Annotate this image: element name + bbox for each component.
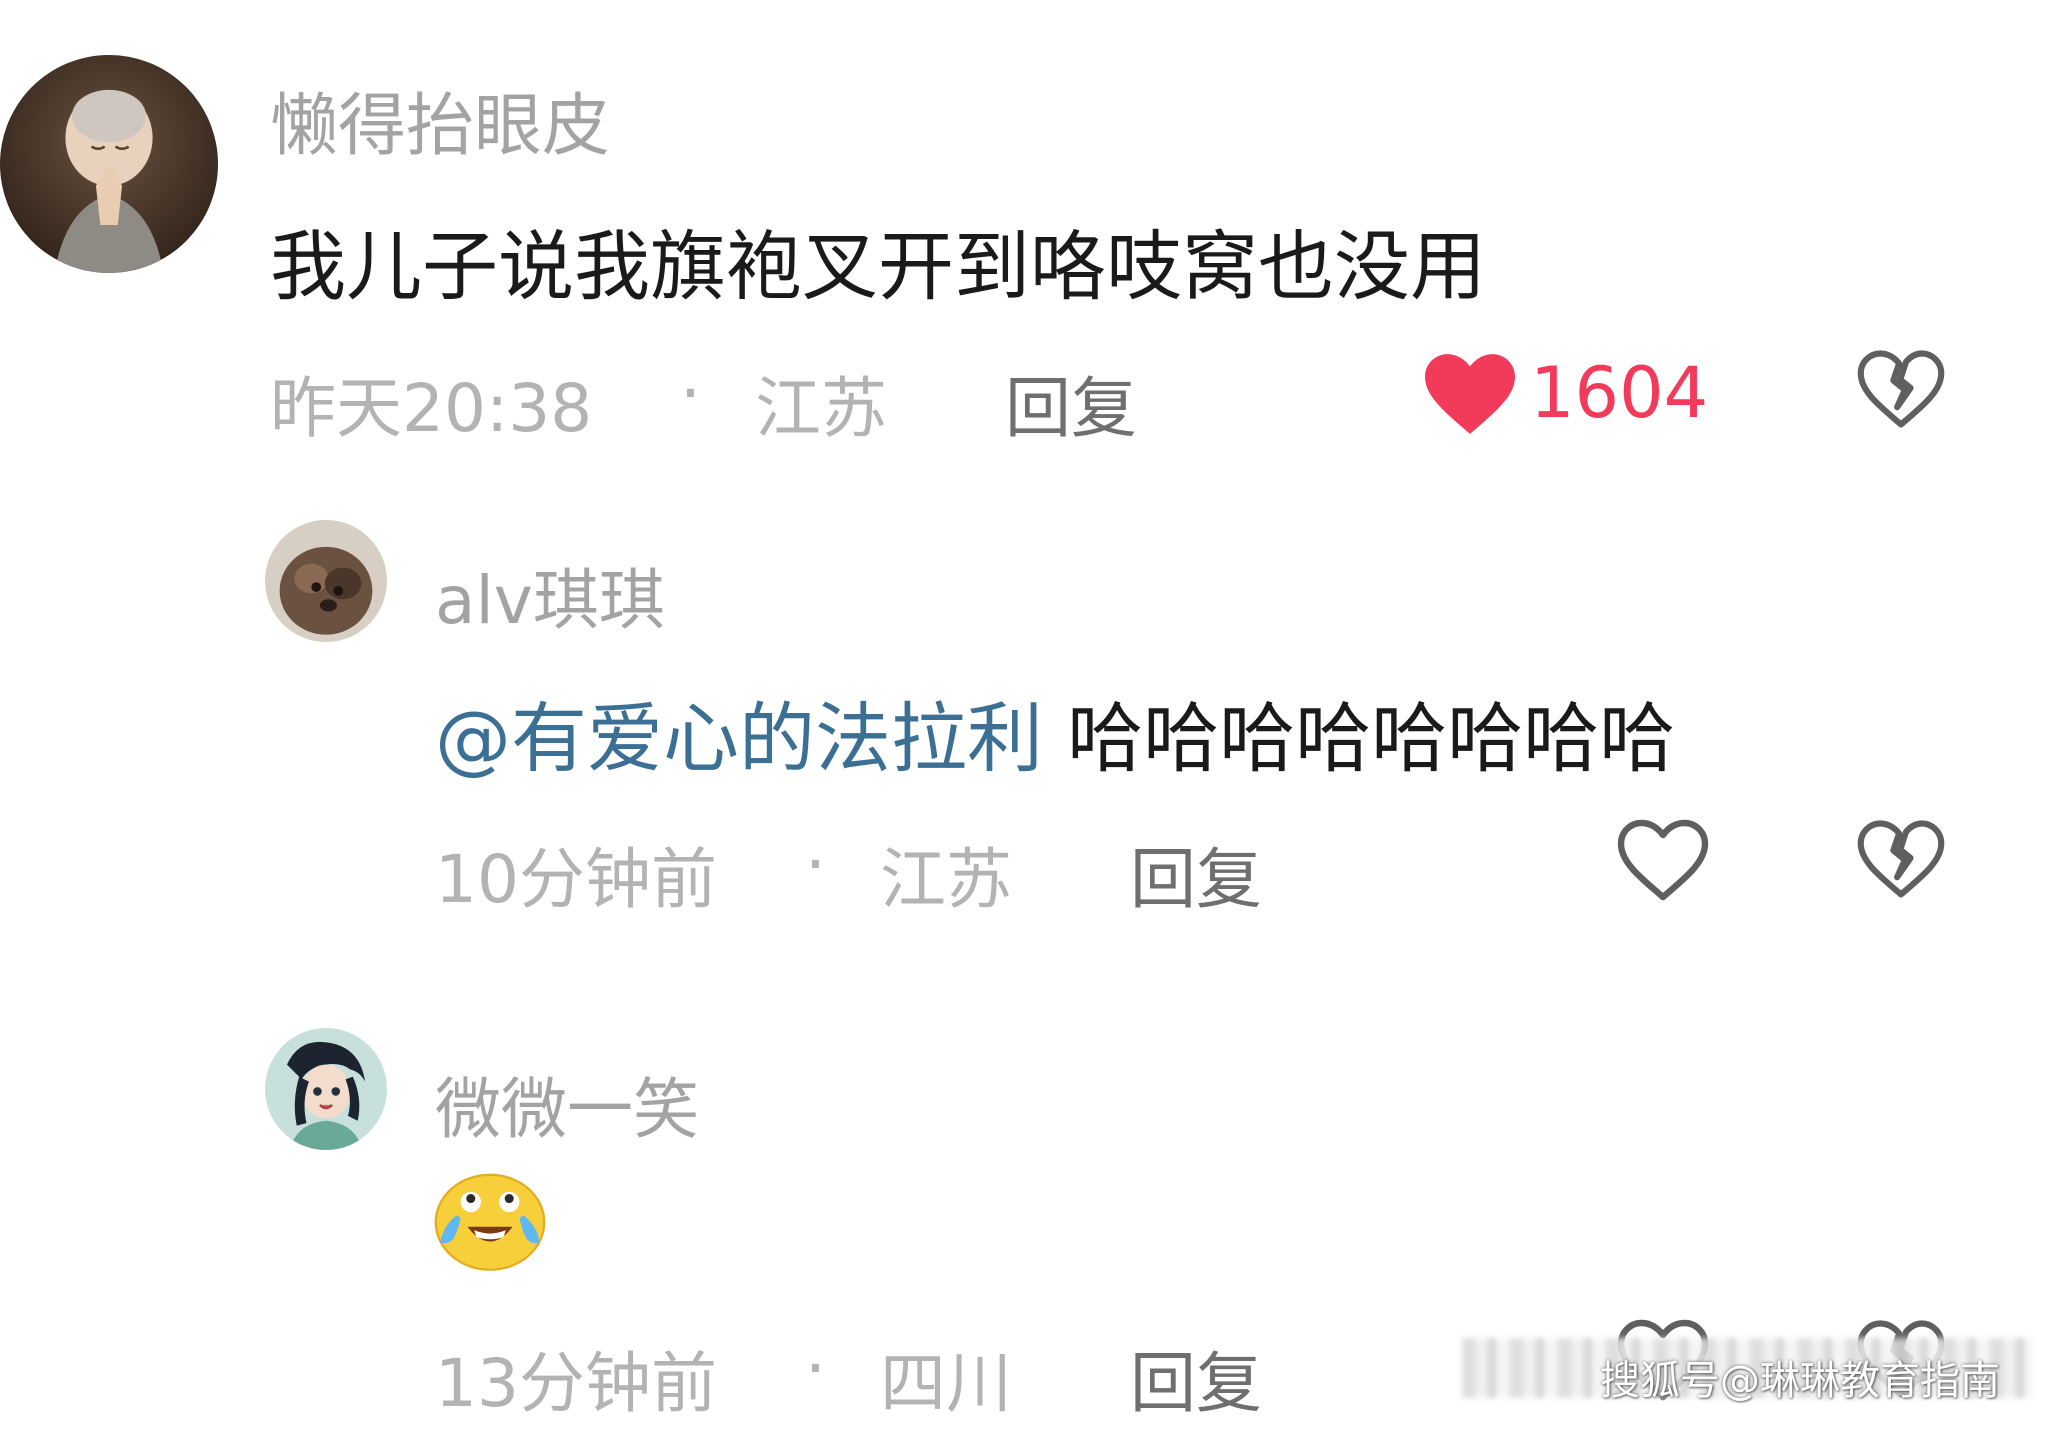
like-button[interactable]	[1420, 348, 1520, 438]
meta-separator: ·	[680, 355, 701, 432]
reply-button[interactable]: 回复	[1130, 1330, 1262, 1426]
comment-location: 四川	[880, 1345, 1012, 1422]
heart-filled-icon	[1425, 354, 1515, 434]
dislike-button[interactable]	[1855, 345, 1947, 431]
like-count: 1604	[1530, 352, 1709, 434]
watermark-text: 搜狐号@琳琳教育指南	[1600, 1358, 2000, 1404]
comment-spacer	[1043, 694, 1067, 783]
broken-heart-icon	[1857, 820, 1945, 898]
reply-button[interactable]: 回复	[1005, 355, 1137, 451]
comment-body: 哈哈哈哈哈哈哈哈	[1067, 694, 1676, 783]
avatar[interactable]	[0, 55, 218, 273]
mention-link[interactable]: @有爱心的法拉利	[435, 694, 1043, 783]
comment-time: 昨天20:38	[270, 370, 593, 447]
meta-separator: ·	[805, 826, 826, 903]
heart-outline-icon	[1617, 819, 1709, 901]
like-button[interactable]	[1615, 815, 1711, 903]
avatar[interactable]	[265, 1028, 387, 1150]
dislike-button[interactable]	[1855, 815, 1947, 901]
laugh-cry-emoji	[433, 1168, 547, 1272]
avatar[interactable]	[265, 520, 387, 642]
reply-button[interactable]: 回复	[1130, 826, 1262, 922]
comment-text: 我儿子说我旗袍叉开到咯吱窝也没用	[270, 222, 1486, 311]
broken-heart-icon	[1857, 350, 1945, 428]
comment-author[interactable]: 微微一笑	[435, 1056, 699, 1152]
comment-author[interactable]: 懒得抬眼皮	[270, 70, 610, 169]
comment-time: 10分钟前	[435, 841, 717, 918]
comment-location: 江苏	[755, 370, 887, 447]
meta-separator: ·	[805, 1330, 826, 1407]
comment-text: @有爱心的法拉利 哈哈哈哈哈哈哈哈	[435, 677, 1675, 787]
comment-author[interactable]: alv琪琪	[435, 547, 665, 643]
comment-location: 江苏	[880, 841, 1012, 918]
comment-time: 13分钟前	[435, 1345, 717, 1422]
